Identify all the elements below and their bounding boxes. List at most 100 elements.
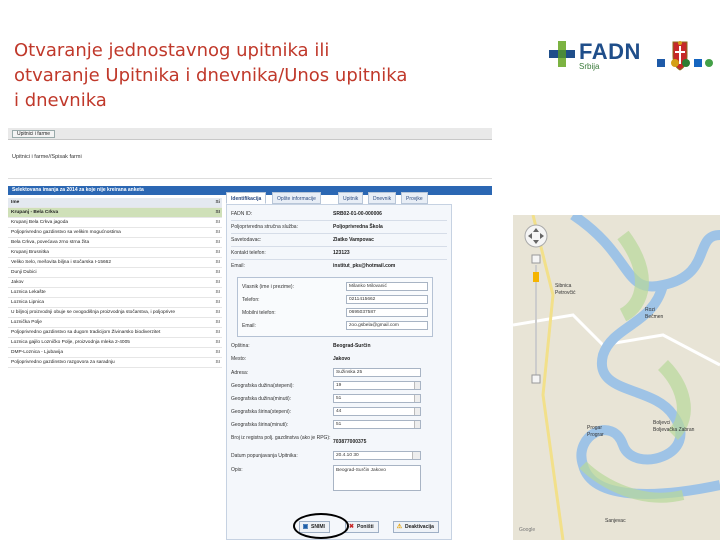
deactivate-label: Deaktivacija: [405, 524, 434, 530]
duzina-stepeni-value: 19: [336, 383, 342, 388]
mesto-label: Mesto:: [231, 356, 247, 362]
google-logo: Google: [519, 527, 536, 533]
table-row[interactable]: Krupanj Bela Crkva jagoda SI: [8, 218, 222, 228]
tab-dnevnik[interactable]: Dnevnik: [368, 192, 397, 204]
divider: [231, 220, 447, 221]
header-name: Ime: [11, 200, 20, 205]
farm-table: Ime Si Krupanj - Bela Crkva SI Krupanj Bel…: [8, 198, 222, 368]
sirina-minuti-label: Geografska širina(minuti):: [231, 422, 289, 428]
savetodavac-label: Savetodavac:: [231, 237, 262, 243]
farm-name: DMP-Loznica - Ljubavija: [11, 350, 63, 355]
map-label: Boljevci: [653, 420, 671, 426]
farm-name: U biljnoj proizvodnji obuje se ovogodišn…: [11, 310, 175, 315]
sirina-minuti-input[interactable]: 51: [333, 420, 421, 429]
table-row[interactable]: Bela Crkva, povećava zrno strna žita SI: [8, 238, 222, 248]
map-label: Sibnica: [555, 283, 572, 289]
divider: [231, 246, 447, 247]
app-screenshot: Upitnici i farme Upitnici i farme//Spisa…: [8, 128, 492, 540]
table-row[interactable]: Dunji Dubici SI: [8, 268, 222, 278]
menu-button[interactable]: Upitnici i farme: [12, 130, 56, 138]
vlasnik-label: Vlasnik (ime i prezime):: [242, 284, 294, 290]
farm-name: Jakov: [11, 280, 24, 285]
table-row[interactable]: Jakov SI: [8, 278, 222, 288]
divider: [8, 178, 492, 179]
mobilni-input[interactable]: 0695037587: [346, 308, 428, 317]
datum-input[interactable]: 20.4.10 30: [333, 451, 421, 460]
map-label: Boljevačka Zabran: [653, 427, 695, 433]
telefon-value: 123123: [333, 250, 350, 256]
map-label: Progar: [587, 425, 603, 431]
farm-code: SI: [215, 330, 220, 335]
sluzba-value: Poljoprivredna Škola: [333, 224, 383, 230]
spinner-icon[interactable]: [414, 408, 420, 415]
farm-name: Poljoprivredno gazdinstvo sa dugom tradi…: [11, 330, 161, 335]
tab-identifikacija[interactable]: Identifikacija: [226, 192, 267, 204]
vlasnik-input[interactable]: Milanko Milovanić: [346, 282, 428, 291]
contact-email-input[interactable]: zoo.gsbela@gmail.com: [346, 321, 428, 330]
table-row[interactable]: Krupanj - Bela Crkva SI: [8, 208, 222, 218]
spinner-icon[interactable]: [414, 395, 420, 402]
farm-code: SI: [215, 320, 220, 325]
farm-code: SI: [215, 210, 220, 215]
mesto-value: Jakovo: [333, 356, 351, 362]
table-row[interactable]: DMP-Loznica - Ljubavija SI: [8, 348, 222, 358]
map-view[interactable]: Sibnica Petrovčić Rozi Bečmen Boljevci B…: [513, 215, 720, 540]
opis-label: Opis:: [231, 467, 243, 473]
tab-opste-informacije[interactable]: Opšte informacije: [272, 192, 321, 204]
tab-upitnik[interactable]: Upitnik: [338, 192, 364, 204]
email-value: institut_pks@hotmail.com: [333, 263, 396, 269]
opstina-value: Beograd-Surčin: [333, 343, 371, 349]
farm-code: SI: [215, 220, 220, 225]
farm-name: Loznica gajilo Lozničko Polje, proizvodn…: [11, 340, 130, 345]
cancel-button[interactable]: ✖ Poništi: [345, 521, 379, 533]
farm-code: SI: [215, 300, 220, 305]
table-row[interactable]: Loznica gajilo Lozničko Polje, proizvodn…: [8, 338, 222, 348]
spinner-icon[interactable]: [414, 421, 420, 428]
map-label: Petrovčić: [555, 290, 576, 296]
map-label: Rozi: [645, 307, 656, 313]
cancel-icon: ✖: [348, 524, 355, 530]
duzina-stepeni-input[interactable]: 19: [333, 381, 421, 390]
table-row[interactable]: Loznica Lipnica SI: [8, 298, 222, 308]
fadn-logo: FADN Srbija: [545, 35, 655, 75]
table-row[interactable]: U biljnoj proizvodnji obuje se ovogodišn…: [8, 308, 222, 318]
breadcrumb: Upitnici i farme//Spisak farmi: [12, 154, 82, 160]
table-row[interactable]: Loznica Lekašte SI: [8, 288, 222, 298]
tab-provjke[interactable]: Provjke: [401, 192, 428, 204]
contact-email-label: Email:: [242, 323, 256, 329]
contact-telefon-label: Telefon:: [242, 297, 260, 303]
farm-name: Loznička Polje: [11, 320, 42, 325]
farm-name: Loznica Lekašte: [11, 290, 46, 295]
header-code: Si: [215, 200, 220, 205]
duzina-minuti-label: Geografska dužina(minuti):: [231, 396, 292, 402]
table-row[interactable]: Veliko Selo, mešovita biljna i stočarska…: [8, 258, 222, 268]
sirina-stepeni-input[interactable]: 44: [333, 407, 421, 416]
highlight-circle: [293, 513, 349, 539]
sirina-minuti-value: 51: [336, 422, 342, 427]
calendar-icon[interactable]: [412, 452, 420, 459]
table-row[interactable]: Poljoprivredno gazdinstvo sa dugom tradi…: [8, 328, 222, 338]
farm-code: SI: [215, 350, 220, 355]
opis-textarea[interactable]: Beograd-Surčin Jakovo: [333, 465, 421, 491]
farm-code: SI: [215, 260, 220, 265]
warning-icon: ⚠: [396, 524, 403, 530]
telefon-input[interactable]: 0211415662: [346, 295, 428, 304]
farm-name: Krupanj - Bela Crkva: [11, 210, 59, 215]
farm-code: SI: [215, 230, 220, 235]
adresa-label: Adresa:: [231, 370, 249, 376]
table-row[interactable]: Krupanj Brusnitka SI: [8, 248, 222, 258]
duzina-minuti-input[interactable]: 51: [333, 394, 421, 403]
table-row[interactable]: Poljoprivredno gazdinstvo razgovora za s…: [8, 358, 222, 368]
table-row[interactable]: Poljoprivredno gazdinstvo sa velikim mog…: [8, 228, 222, 238]
fadn-cross-icon: [549, 41, 575, 67]
spinner-icon[interactable]: [414, 382, 420, 389]
table-row[interactable]: Loznička Polje SI: [8, 318, 222, 328]
duzina-stepeni-label: Geografska dužina(stepeni):: [231, 383, 294, 389]
adresa-input[interactable]: Sužinska 25: [333, 368, 421, 377]
deactivate-button[interactable]: ⚠ Deaktivacija: [393, 521, 439, 533]
app-toolbar: Upitnici i farme: [8, 128, 492, 140]
fadn-logo-sub: Srbija: [579, 62, 600, 71]
farm-code: SI: [215, 340, 220, 345]
fadn-id-value: SRB02-01-00-000006: [333, 211, 382, 217]
email-label: Email:: [231, 263, 245, 269]
